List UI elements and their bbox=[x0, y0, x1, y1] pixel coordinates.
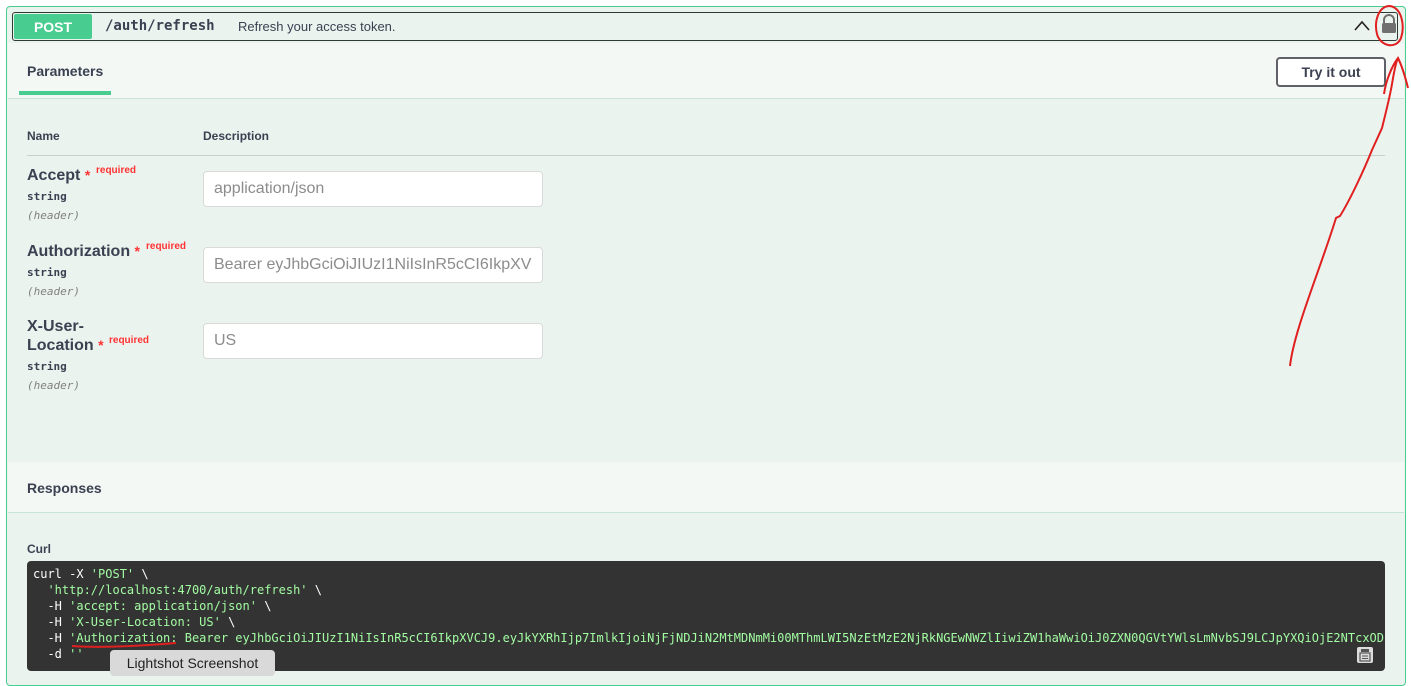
operation-description: Refresh your access token. bbox=[238, 19, 396, 34]
authorization-input[interactable]: Bearer eyJhbGciOiJIUzI1NiIsInR5cCI6IkpXV bbox=[203, 247, 543, 283]
responses-header: Responses bbox=[8, 462, 1404, 513]
curl-line: -d '' bbox=[33, 647, 84, 661]
curl-line: -H 'Authorization: Bearer eyJhbGciOiJIUz… bbox=[33, 631, 1385, 645]
x-user-location-input[interactable]: US bbox=[203, 323, 543, 359]
param-location: (header) bbox=[27, 285, 80, 298]
curl-line: curl -X 'POST' \ bbox=[33, 567, 149, 581]
curl-line: -H 'X-User-Location: US' \ bbox=[33, 615, 236, 629]
curl-line: 'http://localhost:4700/auth/refresh' \ bbox=[33, 583, 322, 597]
try-it-out-button[interactable]: Try it out bbox=[1276, 57, 1386, 87]
param-location: (header) bbox=[27, 379, 80, 392]
screenshot-tooltip: Lightshot Screenshot bbox=[110, 650, 275, 676]
param-name-accept: Accept * bbox=[27, 167, 91, 184]
operation-path: /auth/refresh bbox=[105, 18, 215, 34]
lock-icon[interactable] bbox=[1380, 14, 1398, 34]
required-label: required bbox=[146, 241, 187, 252]
curl-line: -H 'accept: application/json' \ bbox=[33, 599, 272, 613]
param-type: string bbox=[27, 360, 67, 373]
required-label: required bbox=[96, 165, 137, 176]
param-type: string bbox=[27, 190, 67, 203]
column-header-name: Name bbox=[27, 129, 60, 143]
copy-icon[interactable] bbox=[1355, 645, 1375, 665]
required-label: required bbox=[109, 335, 150, 346]
parameters-header: Parameters Try it out bbox=[8, 43, 1404, 99]
param-location: (header) bbox=[27, 209, 80, 222]
column-header-description: Description bbox=[203, 129, 270, 143]
param-type: string bbox=[27, 266, 67, 279]
chevron-up-icon[interactable] bbox=[1353, 17, 1371, 35]
method-badge: POST bbox=[14, 14, 92, 39]
tab-parameters[interactable]: Parameters bbox=[27, 63, 103, 79]
param-name-authorization: Authorization * bbox=[27, 243, 140, 260]
tab-active-indicator bbox=[19, 91, 111, 95]
curl-label: Curl bbox=[27, 542, 51, 556]
table-divider bbox=[27, 155, 1385, 156]
responses-title: Responses bbox=[27, 480, 102, 496]
operation-summary[interactable]: POST /auth/refresh Refresh your access t… bbox=[12, 12, 1398, 41]
accept-input[interactable]: application/json bbox=[203, 171, 543, 207]
param-name-x-user-location: X-User- Location * bbox=[27, 318, 104, 354]
